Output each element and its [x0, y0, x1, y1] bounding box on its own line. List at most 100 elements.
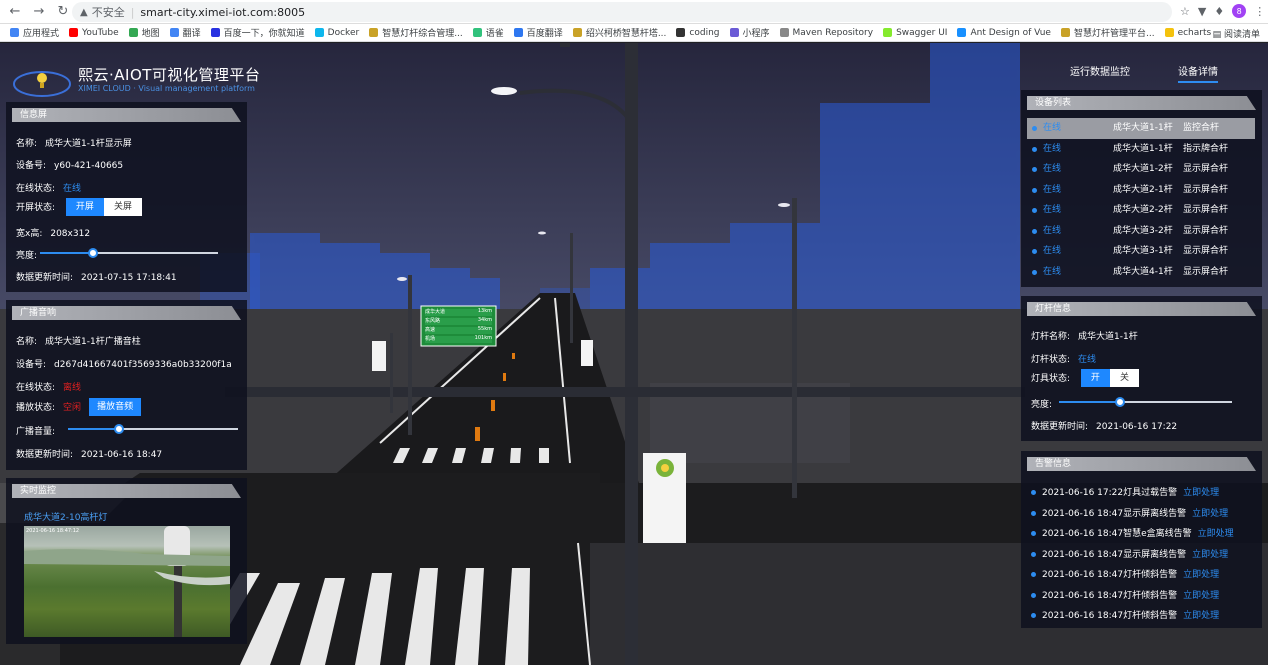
bookmark-item[interactable]: 百度一下，你就知道: [210, 26, 305, 39]
bookmark-icon: [676, 28, 686, 37]
alarm-row: 2021-06-16 18:47灯杆倾斜告警 立即处理: [1031, 567, 1219, 580]
device-list-panel: 设备列表 在线 成华大道1-1杆 监控合杆 在线 成华大道1-1杆 指示牌合杆 在线 成华大道…: [1021, 90, 1262, 287]
device-row[interactable]: 在线 成华大道2-1杆 显示屏合杆: [1027, 180, 1255, 201]
alarm-dot-icon: [1031, 592, 1036, 598]
screen-brightness-row: 亮度:: [16, 251, 38, 261]
page-subtitle: XIMEI CLOUD · Visual management platform: [78, 84, 255, 93]
profile-avatar[interactable]: 8: [1232, 4, 1247, 18]
device-status: 在线: [1043, 205, 1062, 215]
handle-now-link[interactable]: 立即处理: [1198, 529, 1234, 539]
sign-dist: 101: [474, 335, 485, 341]
alarm-text: 2021-06-16 18:47显示屏离线告警: [1042, 549, 1187, 560]
handle-now-link[interactable]: 立即处理: [1192, 509, 1228, 519]
bookmarks-bar: 应用程式 YouTube 地图 翻译 百度一下，你就知道 Docker 智慧灯杆综合管理..…: [0, 24, 1268, 42]
tab-device-detail[interactable]: 设备详情: [1178, 63, 1218, 83]
screen-brightness-slider[interactable]: [40, 248, 218, 258]
puzzle-icon[interactable]: ♦: [1214, 5, 1224, 18]
alarm-text: 2021-06-16 18:47显示屏离线告警: [1042, 508, 1187, 519]
lamp-off-button[interactable]: 关: [1109, 369, 1139, 387]
device-row[interactable]: 在线 成华大道4-1杆 显示屏合杆: [1027, 262, 1255, 283]
bookmark-label: 地图: [141, 29, 160, 39]
device-table: 在线 成华大道1-1杆 监控合杆 在线 成华大道1-1杆 指示牌合杆 在线 成华大道1-2杆显…: [1027, 118, 1255, 282]
star-icon[interactable]: ☆: [1180, 5, 1190, 18]
top-nav: 运行数据监控 设备详情: [1070, 63, 1218, 83]
bookmark-label: 小程序: [742, 29, 770, 39]
shield-icon[interactable]: ▼: [1198, 5, 1206, 18]
handle-now-link[interactable]: 立即处理: [1183, 611, 1219, 621]
device-row[interactable]: 在线 成华大道3-2杆 显示屏合杆: [1027, 221, 1255, 242]
bookmark-icon: [729, 28, 739, 37]
bookmark-item[interactable]: 百度翻译: [513, 26, 563, 39]
bookmark-label: 百度翻译: [526, 29, 563, 39]
bookmark-item[interactable]: 小程序: [729, 26, 770, 39]
device-name: 成华大道4-1杆: [1113, 266, 1173, 277]
sign-unit: km: [484, 308, 492, 314]
pole-brightness-slider[interactable]: [1059, 397, 1232, 407]
status-dot-icon: [1032, 146, 1037, 152]
url-text: smart-city.ximei-iot.com:8005: [140, 5, 306, 19]
handle-now-link[interactable]: 立即处理: [1183, 570, 1219, 580]
logo-icon: [13, 71, 71, 97]
device-row[interactable]: 在线 成华大道3-1杆 显示屏合杆: [1027, 241, 1255, 262]
device-type: 监控合杆: [1183, 123, 1220, 133]
device-list-title: 设备列表: [1027, 96, 1256, 110]
bookmark-label: echarts: [1177, 27, 1212, 38]
bookmark-item[interactable]: Ant Design of Vue: [957, 28, 1051, 38]
forward-icon[interactable]: →: [30, 3, 48, 21]
bookmark-item[interactable]: Maven Repository: [779, 28, 873, 38]
url-field[interactable]: ▲ 不安全 | smart-city.ximei-iot.com:8005: [72, 2, 1172, 22]
tab-runtime-monitor[interactable]: 运行数据监控: [1070, 63, 1130, 83]
bookmark-item[interactable]: Docker: [314, 28, 359, 38]
sign-row: 成华大道 13km: [425, 308, 492, 317]
handle-now-link[interactable]: 立即处理: [1183, 591, 1219, 601]
bookmark-item[interactable]: 智慧灯杆综合管理...: [369, 26, 463, 39]
back-icon[interactable]: ←: [6, 3, 24, 21]
lamp-on-button[interactable]: 开: [1080, 369, 1110, 387]
road-sign: 成华大道 13km 东风路 34km 高速 55km 机场 101km: [425, 308, 492, 344]
bookmark-label: Swagger UI: [896, 27, 948, 38]
handle-now-link[interactable]: 立即处理: [1192, 550, 1228, 560]
device-row[interactable]: 在线 成华大道1-1杆 监控合杆: [1027, 118, 1255, 139]
bookmark-item[interactable]: 地图: [128, 26, 160, 39]
screen-panel-title: 信息屏: [12, 108, 241, 122]
sign-row: 机场 101km: [425, 335, 492, 344]
alarm-row: 2021-06-16 18:47灯杆倾斜告警 立即处理: [1031, 588, 1219, 601]
more-icon[interactable]: ⋮: [1254, 5, 1265, 18]
camera-name[interactable]: 成华大道2-10高杆灯: [24, 510, 107, 523]
bookmark-item[interactable]: 语雀: [472, 26, 504, 39]
bookmark-item[interactable]: Swagger UI: [883, 28, 947, 38]
bookmark-item[interactable]: 应用程式: [10, 26, 59, 39]
bookmark-item[interactable]: coding: [676, 28, 720, 38]
sign-road: 成华大道: [425, 309, 446, 315]
alarm-panel-title: 告警信息: [1027, 457, 1256, 471]
device-type: 显示屏合杆: [1183, 266, 1229, 277]
status-dot-icon: [1032, 126, 1037, 131]
broadcast-volume-slider[interactable]: [68, 424, 238, 434]
device-row[interactable]: 在线 成华大道1-2杆 显示屏合杆: [1027, 159, 1255, 180]
device-row[interactable]: 在线 成华大道1-1杆 指示牌合杆: [1027, 139, 1255, 160]
screen-off-button[interactable]: 关屏: [103, 198, 142, 216]
reading-list[interactable]: ▤ 阅读清单: [1213, 27, 1260, 40]
bookmark-item[interactable]: echarts: [1164, 27, 1212, 38]
alarm-panel: 告警信息 2021-06-16 17:22灯具过载告警 立即处理 2021-06-1…: [1021, 451, 1262, 628]
bookmark-item[interactable]: 绍兴柯桥智慧杆塔...: [572, 26, 666, 39]
device-row[interactable]: 在线 成华大道2-2杆 显示屏合杆: [1027, 200, 1255, 221]
broadcast-panel: 广播音响 名称: 成华大道1-1杆广播音柱 设备号: d267d41667401f3…: [6, 300, 247, 470]
bookmark-icon: [10, 28, 19, 37]
status-dot-icon: [1032, 167, 1037, 172]
bookmark-item[interactable]: 翻译: [169, 26, 201, 39]
alarm-dot-icon: [1031, 551, 1036, 557]
bookmark-item[interactable]: YouTube: [69, 28, 119, 38]
sign-row: 高速 55km: [425, 326, 492, 335]
bookmark-item[interactable]: 智慧灯杆管理平台...: [1060, 26, 1155, 39]
camera-feed[interactable]: 2021-06-16 18:47:12: [24, 526, 230, 637]
handle-now-link[interactable]: 立即处理: [1183, 488, 1219, 498]
device-status: 在线: [1043, 184, 1062, 195]
screen-on-button[interactable]: 开屏: [65, 198, 104, 216]
reload-icon[interactable]: ↻: [54, 3, 72, 21]
alarm-text: 2021-06-16 18:47灯杆倾斜告警: [1042, 570, 1178, 580]
status-dot-icon: [1032, 187, 1037, 193]
device-type: 显示屏合杆: [1183, 164, 1229, 174]
play-audio-button[interactable]: 播放音频: [89, 398, 142, 416]
broadcast-volume-row: 广播音量:: [16, 427, 56, 437]
